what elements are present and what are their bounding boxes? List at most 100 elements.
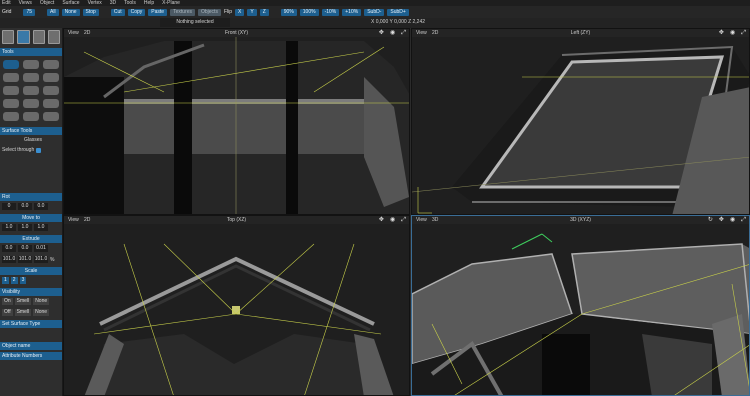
maximize-icon[interactable]: ⤢: [401, 29, 406, 37]
extrude-y-field[interactable]: 0.0: [18, 245, 32, 252]
rot-z-field[interactable]: 0.0: [34, 203, 48, 210]
viewport-title: Left (ZY): [570, 30, 591, 36]
vis-smell2-button[interactable]: Smell: [14, 309, 32, 316]
scale-2-button[interactable]: 2: [10, 277, 18, 284]
primitive-grid: [0, 56, 62, 125]
vis-on-button[interactable]: On: [2, 298, 13, 305]
rot-y-field[interactable]: 0.0: [18, 203, 32, 210]
scale-plus10-button[interactable]: +10%: [342, 8, 362, 16]
rot-x-field[interactable]: 0: [2, 203, 16, 210]
select-through-label: Select through: [2, 147, 35, 153]
move-y-field[interactable]: 1.0: [18, 224, 32, 231]
scale-100-button[interactable]: 100%: [299, 8, 319, 16]
eye-icon[interactable]: ◉: [390, 29, 395, 37]
maximize-icon[interactable]: ⤢: [401, 216, 406, 224]
vertex-cube-icon[interactable]: [47, 30, 60, 44]
viewport-top[interactable]: View 2D Top (XZ) ✥ ◉ ⤢: [63, 215, 410, 396]
scale-minus10-button[interactable]: -10%: [321, 8, 340, 16]
viewport-header: View 2D Top (XZ): [64, 216, 409, 224]
circle-tool-icon[interactable]: [23, 73, 39, 82]
surface-tools-title: Surface Tools: [0, 127, 62, 135]
glasses-label: Glasses: [24, 137, 43, 143]
move-z-field[interactable]: 1.0: [34, 224, 48, 231]
view-cube-icon[interactable]: [2, 30, 15, 44]
viewport-left[interactable]: View 2D Left (ZY) ✥ ◉ ⤢: [411, 28, 750, 215]
cut-button[interactable]: Cut: [110, 8, 125, 16]
maximize-icon[interactable]: ⤢: [741, 216, 746, 224]
pct-x-field[interactable]: 101.0: [2, 256, 16, 263]
surface-cube-icon[interactable]: [32, 30, 45, 44]
select-all-button[interactable]: All: [47, 8, 59, 16]
subd-plus-button[interactable]: SubD+: [387, 8, 409, 16]
object-name-title[interactable]: Object name: [0, 342, 62, 350]
tube-tool-icon[interactable]: [23, 99, 39, 108]
pct-y-field[interactable]: 101.0: [18, 256, 32, 263]
select-through-checkbox[interactable]: [36, 147, 42, 153]
grid-size-button[interactable]: 75: [23, 8, 36, 16]
paste-button[interactable]: Paste: [148, 8, 168, 16]
vis-smell-button[interactable]: Smell: [14, 298, 32, 305]
left-scene: [412, 37, 749, 214]
cup-tool-icon[interactable]: [23, 112, 39, 121]
rotate-tool-icon[interactable]: [23, 60, 39, 69]
viewport-front[interactable]: View 2D Front (XY) ✥ ◉ ⤢: [63, 28, 410, 215]
set-surface-title[interactable]: Set Surface Type: [0, 320, 62, 328]
copy-button[interactable]: Copy: [127, 8, 146, 16]
move-x-field[interactable]: 1.0: [2, 224, 16, 231]
maximize-icon[interactable]: ⤢: [741, 29, 746, 37]
bottle-tool-icon[interactable]: [3, 112, 19, 121]
extrude-x-field[interactable]: 0.0: [2, 245, 16, 252]
viewport-3d[interactable]: View 3D 3D (XYZ) ↻ ✥ ◉ ⤢: [411, 215, 750, 396]
scale-section-title: Scale: [0, 267, 62, 275]
eye-icon[interactable]: ◉: [730, 216, 735, 224]
subd-minus-button[interactable]: SubD-: [364, 8, 385, 16]
pan-icon[interactable]: ✥: [379, 216, 384, 224]
visibility-section-title: Visibility: [0, 288, 62, 296]
cone-tool-icon[interactable]: [43, 86, 59, 95]
viewport-title: Front (XY): [224, 30, 249, 36]
flip-x-button[interactable]: X: [235, 8, 245, 16]
scale-1-button[interactable]: 1: [2, 277, 9, 284]
pan-icon[interactable]: ✥: [719, 29, 724, 37]
cylinder-tool-icon[interactable]: [43, 73, 59, 82]
pan-icon[interactable]: ✥: [379, 29, 384, 37]
move-tool-icon[interactable]: [3, 60, 19, 69]
sphere-tool-icon[interactable]: [23, 86, 39, 95]
eye-icon[interactable]: ◉: [730, 29, 735, 37]
pct-suffix: %: [50, 256, 55, 263]
bulb-tool-icon[interactable]: [43, 112, 59, 121]
textures-button[interactable]: Textures: [170, 8, 195, 16]
stop-button[interactable]: Stop: [82, 8, 99, 16]
scale-3-button[interactable]: 3: [19, 277, 27, 284]
tool-sidebar: Tools Surface Tools Glasses Select throu…: [0, 28, 63, 396]
status-message: Nothing selected: [160, 18, 230, 27]
attribute-numbers-title[interactable]: Attribute Numbers: [0, 352, 62, 360]
refresh-icon[interactable]: ↻: [708, 216, 713, 224]
vis-none-button[interactable]: None: [33, 298, 50, 305]
cube-tool-icon[interactable]: [43, 99, 59, 108]
lamp-tool-icon[interactable]: [43, 60, 59, 69]
box-tool-icon[interactable]: [3, 86, 19, 95]
object-cube-icon[interactable]: [17, 30, 30, 44]
top-scene: [64, 224, 409, 395]
front-scene: [64, 37, 409, 214]
scale-90-button[interactable]: 90%: [280, 8, 297, 16]
toolbar: Grid 75 All None Stop Cut Copy Paste Tex…: [0, 6, 750, 18]
eye-icon[interactable]: ◉: [390, 216, 395, 224]
viewport-header: View 2D Front (XY): [64, 29, 409, 37]
plane-tool-icon[interactable]: [3, 73, 19, 82]
status-bar: Nothing selected X 0,000 Y 0,000 Z 2,242: [0, 18, 750, 28]
flip-y-button[interactable]: Y: [247, 8, 257, 16]
select-none-button[interactable]: None: [61, 8, 80, 16]
grid-label: Grid: [2, 9, 12, 15]
pan-icon[interactable]: ✥: [719, 216, 724, 224]
pct-z-field[interactable]: 101.0: [34, 256, 48, 263]
flip-label: Flip: [223, 9, 233, 15]
move-section-title: Move to: [0, 214, 62, 222]
vis-none2-button[interactable]: None: [33, 309, 50, 316]
vis-off-button[interactable]: Off: [2, 309, 13, 316]
extrude-z-field[interactable]: 0.01: [34, 245, 48, 252]
flip-z-button[interactable]: Z: [259, 8, 269, 16]
objects-button[interactable]: Objects: [198, 8, 221, 16]
disc-tool-icon[interactable]: [3, 99, 19, 108]
